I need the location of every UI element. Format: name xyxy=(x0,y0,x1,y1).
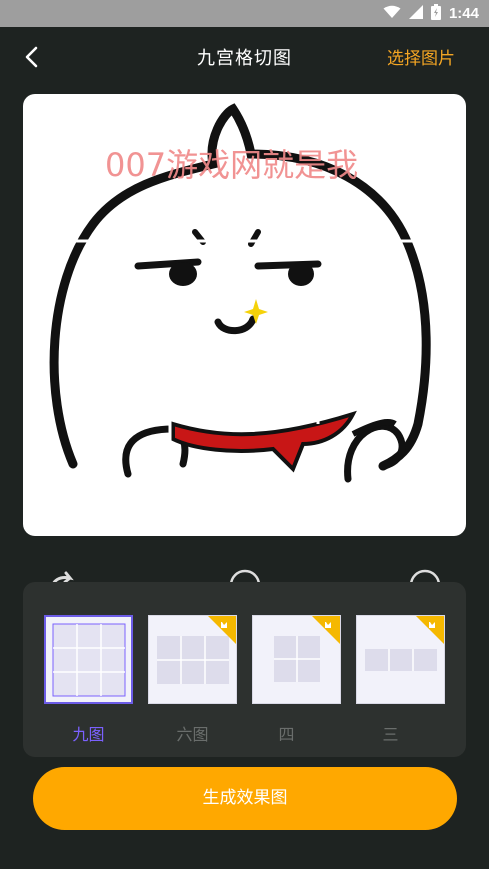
vip-crown-icon xyxy=(208,616,236,644)
layout-label-six[interactable]: 六图 xyxy=(148,721,237,745)
status-bar: 1:44 xyxy=(0,0,489,27)
layout-option-three[interactable] xyxy=(356,615,445,704)
nine-grid-icon xyxy=(52,623,126,697)
watermark-text: 007游戏网就是我 xyxy=(105,146,359,184)
layout-label-nine[interactable]: 九图 xyxy=(44,721,133,745)
select-image-button[interactable]: 选择图片 xyxy=(387,44,455,69)
layout-label-four[interactable]: 四 xyxy=(242,721,331,745)
generate-button[interactable]: 生成效果图 xyxy=(33,767,457,830)
header: 九宫格切图 选择图片 xyxy=(0,27,489,87)
layout-option-nine[interactable] xyxy=(44,615,133,704)
signal-icon xyxy=(408,4,423,23)
layout-option-four[interactable] xyxy=(252,615,341,704)
layout-panel: 九图 六图 四 三 xyxy=(23,582,466,757)
layout-option-six[interactable] xyxy=(148,615,237,704)
vip-crown-icon xyxy=(312,616,340,644)
status-time: 1:44 xyxy=(448,5,479,22)
image-preview[interactable]: 007游戏网就是我 xyxy=(23,94,466,536)
battery-icon xyxy=(430,3,441,24)
vip-crown-icon xyxy=(416,616,444,644)
layout-label-three[interactable]: 三 xyxy=(346,721,435,745)
wifi-icon xyxy=(383,4,401,23)
